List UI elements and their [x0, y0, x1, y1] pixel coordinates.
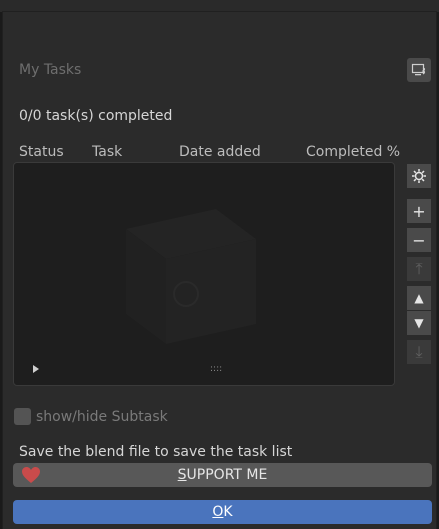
viewport-cube-ghost — [126, 209, 256, 344]
support-me-button[interactable]: S UPPORT ME — [13, 463, 432, 487]
dialog-title: My Tasks — [19, 62, 82, 78]
window-top-strip — [0, 0, 439, 12]
header-date-added: Date added — [179, 144, 261, 160]
header-status: Status — [19, 144, 64, 160]
save-hint: Save the blend file to save the task lis… — [19, 444, 293, 460]
move-down-button[interactable]: ▼ — [407, 311, 431, 335]
tasks-summary: 0/0 task(s) completed — [19, 108, 173, 124]
remove-item-button[interactable]: − — [407, 228, 431, 252]
support-label-mnemonic: S — [177, 467, 187, 483]
list-headers: Status Task Date added Completed % — [3, 144, 436, 162]
subtask-toggle-label: show/hide Subtask — [36, 408, 168, 425]
ok-label-mnemonic: O — [212, 504, 224, 520]
heart-icon — [22, 467, 40, 483]
subtask-checkbox[interactable] — [14, 408, 31, 425]
resize-grip[interactable]: :::: — [210, 364, 222, 374]
header-task: Task — [92, 144, 123, 160]
ok-label: K — [223, 504, 233, 520]
header-completed-percent: Completed % — [306, 144, 401, 160]
tasks-dialog: My Tasks 0/0 task(s) completed Status Ta… — [3, 12, 436, 529]
move-to-bottom-button[interactable]: ⤓ — [407, 340, 431, 364]
add-item-button[interactable]: + — [407, 199, 431, 223]
move-up-button[interactable]: ▲ — [407, 286, 431, 310]
display-link-icon[interactable] — [407, 58, 431, 82]
subtask-toggle-row[interactable]: show/hide Subtask — [14, 408, 168, 425]
gear-icon[interactable] — [407, 164, 431, 188]
task-list[interactable]: :::: — [13, 162, 395, 386]
move-to-top-button[interactable]: ⤒ — [407, 257, 431, 281]
support-label: UPPORT ME — [186, 467, 268, 483]
ok-button[interactable]: OK — [13, 500, 432, 524]
play-icon[interactable] — [33, 365, 39, 373]
